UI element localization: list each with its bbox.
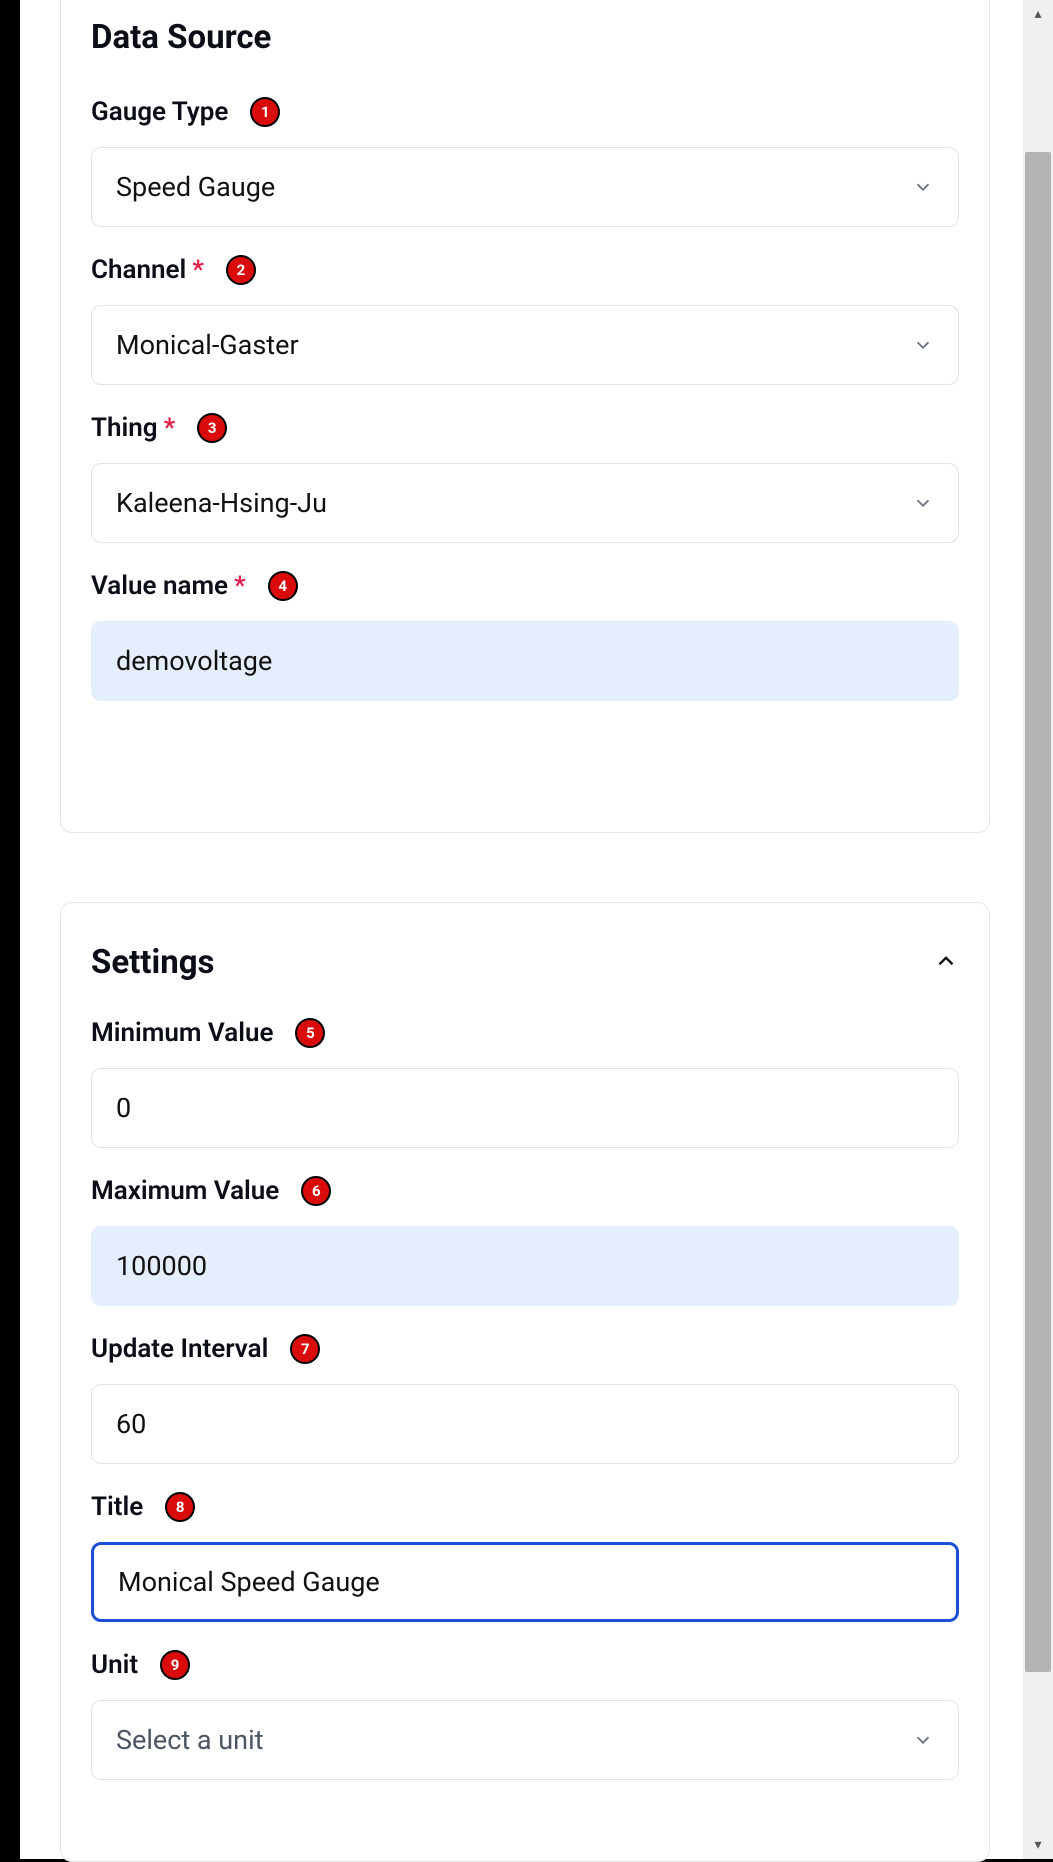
thing-label: Thing: [91, 413, 158, 443]
unit-select[interactable]: Select a unit: [91, 1700, 959, 1780]
collapse-toggle[interactable]: [933, 948, 959, 978]
step-badge-9: 9: [160, 1650, 190, 1680]
unit-label-row: Unit 9: [91, 1650, 959, 1680]
required-mark: *: [192, 255, 204, 285]
title-group: Title 8: [91, 1492, 959, 1622]
settings-header: Settings: [91, 943, 959, 982]
chevron-down-icon: [912, 492, 934, 514]
min-value-label-row: Minimum Value 5: [91, 1018, 959, 1048]
max-value-label-row: Maximum Value 6: [91, 1176, 959, 1206]
chevron-down-icon: [912, 1729, 934, 1751]
step-badge-5: 5: [295, 1018, 325, 1048]
title-label-row: Title 8: [91, 1492, 959, 1522]
required-mark: *: [234, 571, 246, 601]
thing-group: Thing * 3 Kaleena-Hsing-Ju: [91, 413, 959, 543]
max-value-group: Maximum Value 6: [91, 1176, 959, 1306]
gauge-type-select[interactable]: Speed Gauge: [91, 147, 959, 227]
min-value-group: Minimum Value 5: [91, 1018, 959, 1148]
max-value-input[interactable]: [91, 1226, 959, 1306]
scroll-arrow-down-icon[interactable]: ▾: [1023, 1831, 1053, 1859]
thing-value: Kaleena-Hsing-Ju: [116, 487, 327, 519]
step-badge-1: 1: [250, 97, 280, 127]
step-badge-6: 6: [301, 1176, 331, 1206]
data-source-title: Data Source: [91, 18, 959, 57]
thing-label-row: Thing * 3: [91, 413, 959, 443]
step-badge-8: 8: [165, 1492, 195, 1522]
unit-placeholder: Select a unit: [116, 1724, 263, 1756]
chevron-down-icon: [912, 334, 934, 356]
settings-card: Settings Minimum Value 5 Maximum Value 6: [60, 902, 990, 1862]
max-value-label: Maximum Value: [91, 1176, 279, 1206]
value-name-label-row: Value name * 4: [91, 571, 959, 601]
title-input[interactable]: [91, 1542, 959, 1622]
gauge-type-value: Speed Gauge: [116, 171, 275, 203]
title-field-label: Title: [91, 1492, 143, 1522]
channel-select[interactable]: Monical-Gaster: [91, 305, 959, 385]
step-badge-2: 2: [226, 255, 256, 285]
scroll-arrow-up-icon[interactable]: ▴: [1023, 0, 1053, 28]
gauge-type-group: Gauge Type 1 Speed Gauge: [91, 97, 959, 227]
step-badge-7: 7: [290, 1334, 320, 1364]
content-area: Data Source Gauge Type 1 Speed Gauge Cha…: [20, 0, 1023, 1859]
thing-select[interactable]: Kaleena-Hsing-Ju: [91, 463, 959, 543]
channel-label: Channel: [91, 255, 186, 285]
gauge-type-label-row: Gauge Type 1: [91, 97, 959, 127]
step-badge-4: 4: [268, 571, 298, 601]
chevron-down-icon: [912, 176, 934, 198]
channel-group: Channel * 2 Monical-Gaster: [91, 255, 959, 385]
value-name-label: Value name: [91, 571, 228, 601]
window-frame: Data Source Gauge Type 1 Speed Gauge Cha…: [0, 0, 1053, 1859]
unit-label: Unit: [91, 1650, 138, 1680]
settings-title: Settings: [91, 943, 215, 982]
vertical-scrollbar[interactable]: ▴ ▾: [1023, 0, 1053, 1859]
scroll-thumb[interactable]: [1025, 152, 1051, 1672]
channel-label-row: Channel * 2: [91, 255, 959, 285]
unit-group: Unit 9 Select a unit: [91, 1650, 959, 1780]
value-name-group: Value name * 4: [91, 571, 959, 701]
min-value-label: Minimum Value: [91, 1018, 273, 1048]
step-badge-3: 3: [197, 413, 227, 443]
data-source-card: Data Source Gauge Type 1 Speed Gauge Cha…: [60, 0, 990, 833]
channel-value: Monical-Gaster: [116, 329, 299, 361]
update-interval-group: Update Interval 7: [91, 1334, 959, 1464]
min-value-input[interactable]: [91, 1068, 959, 1148]
update-interval-label: Update Interval: [91, 1334, 268, 1364]
update-interval-label-row: Update Interval 7: [91, 1334, 959, 1364]
update-interval-input[interactable]: [91, 1384, 959, 1464]
gauge-type-label: Gauge Type: [91, 97, 228, 127]
value-name-input[interactable]: [91, 621, 959, 701]
required-mark: *: [164, 413, 176, 443]
